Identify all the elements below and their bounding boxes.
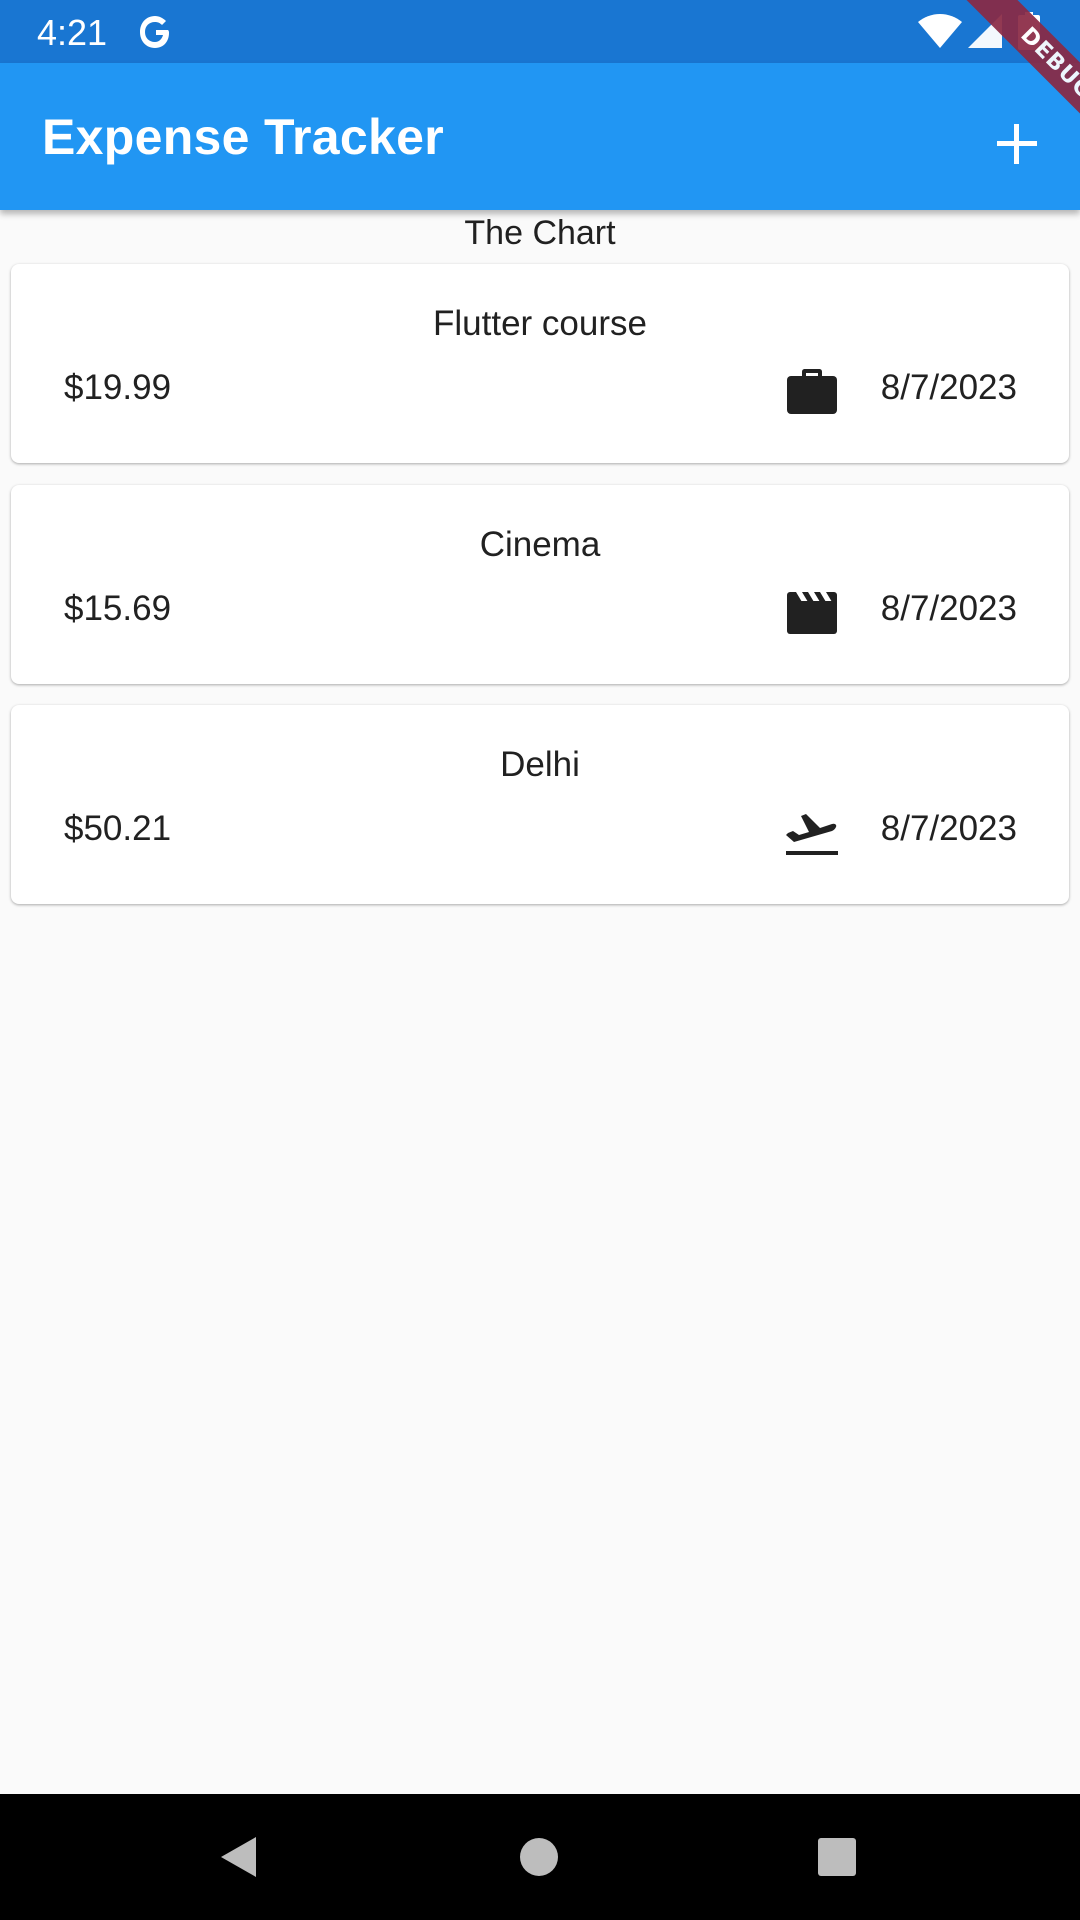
recents-icon[interactable]: [812, 1832, 862, 1882]
google-icon: [140, 16, 169, 48]
movie-clapper-icon: [787, 592, 837, 634]
expense-title: Delhi: [500, 745, 580, 784]
navigation-bar: [0, 1794, 1080, 1920]
expense-date: 8/7/2023: [880, 368, 1017, 407]
chart-placeholder: The Chart: [464, 214, 616, 252]
flight-takeoff-icon: [786, 814, 838, 855]
expense-amount: $50.21: [64, 809, 172, 848]
expense-title: Cinema: [479, 525, 601, 564]
expense-card[interactable]: Cinema $15.69 8/7/2023: [11, 485, 1069, 684]
wifi-icon: [918, 14, 962, 48]
status-bar: 4:21: [0, 0, 1080, 63]
home-icon[interactable]: [514, 1832, 564, 1882]
add-expense-button[interactable]: [980, 107, 1054, 181]
screen: 4:21 Expense Tracker DEBUG The Chart Flu…: [0, 0, 1080, 1920]
signal-icon: [968, 14, 1002, 48]
expense-card[interactable]: Flutter course $19.99 8/7/2023: [11, 264, 1069, 463]
app-title: Expense Tracker: [42, 109, 444, 165]
expense-amount: $15.69: [64, 589, 172, 628]
status-time: 4:21: [37, 12, 108, 53]
expense-date: 8/7/2023: [880, 589, 1017, 628]
plus-icon: [997, 124, 1037, 164]
back-icon[interactable]: [216, 1832, 266, 1882]
briefcase-icon: [787, 369, 837, 414]
app-bar: Expense Tracker: [0, 63, 1080, 210]
expense-amount: $19.99: [64, 368, 172, 407]
expense-date: 8/7/2023: [880, 809, 1017, 848]
expense-title: Flutter course: [433, 304, 647, 343]
battery-icon: [1018, 12, 1040, 50]
expense-card[interactable]: Delhi $50.21 8/7/2023: [11, 705, 1069, 904]
